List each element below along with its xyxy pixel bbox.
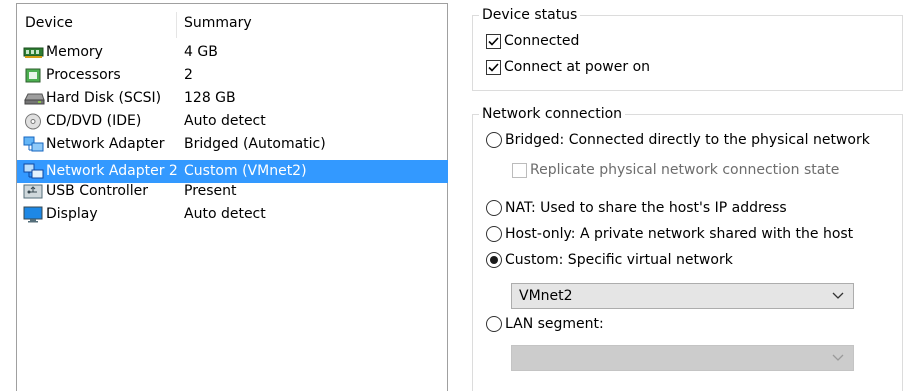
checkbox-box[interactable]: [512, 162, 527, 178]
device-summary: Present: [184, 183, 237, 199]
nat-label: NAT: Used to share the host's IP address: [505, 200, 787, 216]
replicate-state-label: Replicate physical network connection st…: [530, 162, 840, 178]
radio-circle[interactable]: [486, 252, 502, 268]
device-list-header: Device Summary: [17, 4, 447, 40]
device-summary: 128 GB: [184, 90, 236, 106]
device-summary: Auto detect: [184, 206, 266, 222]
device-row-memory[interactable]: Memory 4 GB: [17, 41, 447, 64]
connected-checkbox[interactable]: Connected: [486, 33, 579, 49]
network-connection-legend: Network connection: [479, 106, 626, 122]
chevron-down-icon: [832, 354, 844, 361]
device-name: CD/DVD (IDE): [46, 113, 142, 129]
device-row-network-adapter[interactable]: Network Adapter Bridged (Automatic): [17, 133, 447, 156]
checkbox-box[interactable]: [486, 33, 501, 49]
connect-at-power-on-label: Connect at power on: [504, 59, 651, 75]
device-column-header[interactable]: Device: [25, 15, 73, 31]
checkbox-box[interactable]: [486, 59, 501, 75]
summary-column-header[interactable]: Summary: [184, 15, 252, 31]
device-summary: 2: [184, 67, 193, 83]
nat-radio[interactable]: NAT: Used to share the host's IP address: [486, 200, 787, 216]
host-only-label: Host-only: A private network shared with…: [505, 226, 854, 242]
host-only-radio[interactable]: Host-only: A private network shared with…: [486, 226, 853, 242]
hard-disk-icon: [24, 93, 45, 105]
device-list[interactable]: Device Summary Memory 4 GB Processors 2 …: [16, 3, 448, 391]
processor-icon: [25, 68, 41, 83]
network-adapter-icon: [23, 163, 44, 179]
device-status-group: Device status: [472, 7, 903, 91]
connect-at-power-on-checkbox[interactable]: Connect at power on: [486, 59, 650, 75]
usb-icon: [23, 184, 43, 199]
device-row-hard-disk[interactable]: Hard Disk (SCSI) 128 GB: [17, 87, 447, 110]
custom-network-select[interactable]: VMnet2: [511, 283, 854, 309]
device-name: Memory: [46, 44, 103, 60]
device-row-display[interactable]: Display Auto detect: [17, 203, 447, 226]
device-row-usb-controller[interactable]: USB Controller Present: [17, 180, 447, 203]
checkmark-icon: [488, 62, 499, 72]
radio-circle[interactable]: [486, 226, 502, 242]
device-name: Network Adapter 2: [46, 163, 178, 179]
cd-dvd-icon: [25, 113, 41, 130]
radio-circle[interactable]: [486, 200, 502, 216]
device-status-legend: Device status: [479, 7, 581, 23]
replicate-state-checkbox[interactable]: Replicate physical network connection st…: [512, 162, 839, 178]
chevron-down-icon: [832, 292, 844, 299]
custom-radio[interactable]: Custom: Specific virtual network: [486, 252, 733, 268]
lan-segment-radio[interactable]: LAN segment:: [486, 316, 604, 332]
bridged-label: Bridged: Connected directly to the physi…: [505, 132, 870, 148]
radio-circle[interactable]: [486, 132, 502, 148]
device-summary: 4 GB: [184, 44, 218, 60]
device-name: Network Adapter: [46, 136, 165, 152]
custom-network-value: VMnet2: [519, 288, 573, 304]
device-row-cd-dvd[interactable]: CD/DVD (IDE) Auto detect: [17, 110, 447, 133]
custom-label: Custom: Specific virtual network: [505, 252, 733, 268]
radio-circle[interactable]: [486, 316, 502, 332]
device-name: Hard Disk (SCSI): [46, 90, 162, 106]
lan-segment-label: LAN segment:: [505, 316, 604, 332]
checkmark-icon: [488, 36, 499, 46]
network-adapter-icon: [23, 136, 44, 152]
display-icon: [23, 206, 43, 223]
device-name: Processors: [46, 67, 121, 83]
connected-label: Connected: [504, 33, 580, 49]
device-summary: Bridged (Automatic): [184, 136, 326, 152]
memory-icon: [23, 47, 44, 58]
bridged-radio[interactable]: Bridged: Connected directly to the physi…: [486, 132, 870, 148]
lan-segment-select[interactable]: [511, 345, 854, 371]
device-summary: Auto detect: [184, 113, 266, 129]
device-name: Display: [46, 206, 98, 222]
column-divider: [176, 12, 177, 38]
device-summary: Custom (VMnet2): [184, 163, 307, 179]
device-name: USB Controller: [46, 183, 149, 199]
device-row-processors[interactable]: Processors 2: [17, 64, 447, 87]
